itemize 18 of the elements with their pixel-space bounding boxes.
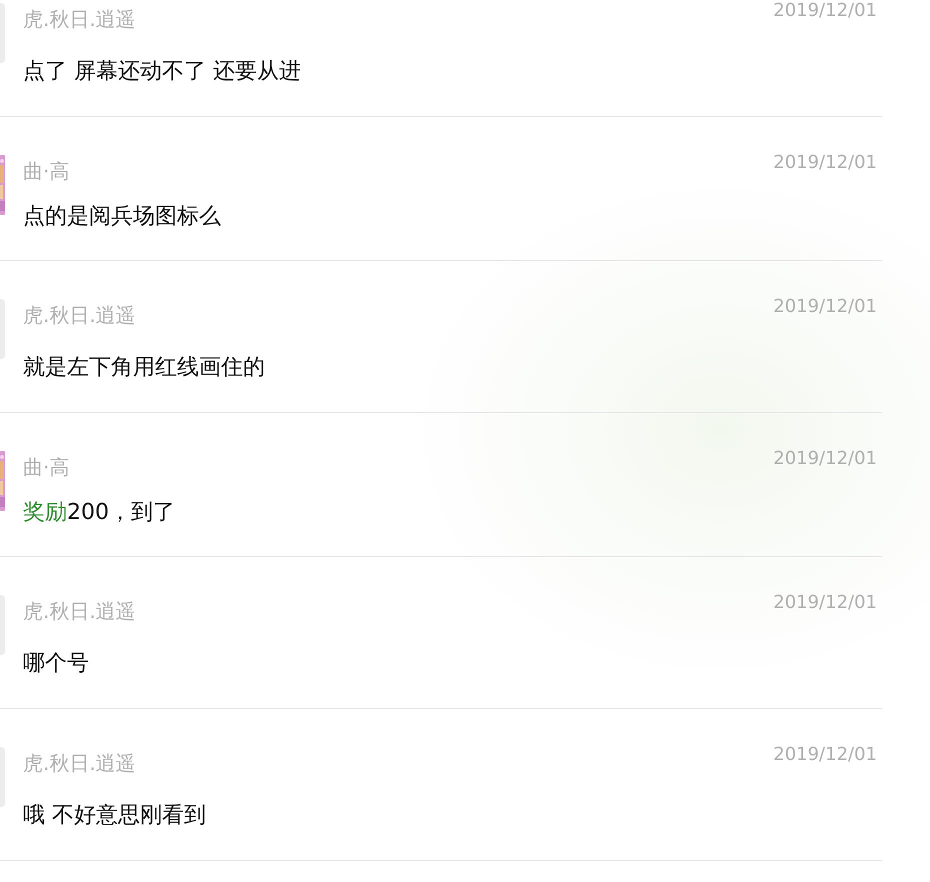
comment-text: 就是左下角用红线画住的 <box>23 354 266 382</box>
user-name: 虎.秋日.逍遥 <box>23 6 136 32</box>
comment-date: 2019/12/01 <box>773 0 877 20</box>
user-name: 虎.秋日.逍遥 <box>23 598 136 624</box>
user-name: 曲·高 <box>23 454 70 480</box>
comment-date: 2019/12/01 <box>773 296 877 316</box>
comment-date: 2019/12/01 <box>773 592 877 612</box>
user-name: 曲·高 <box>23 158 70 184</box>
comment-date: 2019/12/01 <box>773 448 877 468</box>
user-name: 虎.秋日.逍遥 <box>23 750 136 776</box>
comment-date: 2019/12/01 <box>773 152 877 172</box>
comment-text: 点了 屏幕还动不了 还要从进 <box>23 58 302 86</box>
comment-text: 哦 不好意思刚看到 <box>23 802 207 830</box>
comment-text: 哪个号 <box>23 650 90 678</box>
comment-text: 点的是阅兵场图标么 <box>23 203 222 231</box>
user-name: 虎.秋日.逍遥 <box>23 302 136 328</box>
comment-text: 奖励200，到了 <box>23 499 176 527</box>
comment-date: 2019/12/01 <box>773 744 877 764</box>
